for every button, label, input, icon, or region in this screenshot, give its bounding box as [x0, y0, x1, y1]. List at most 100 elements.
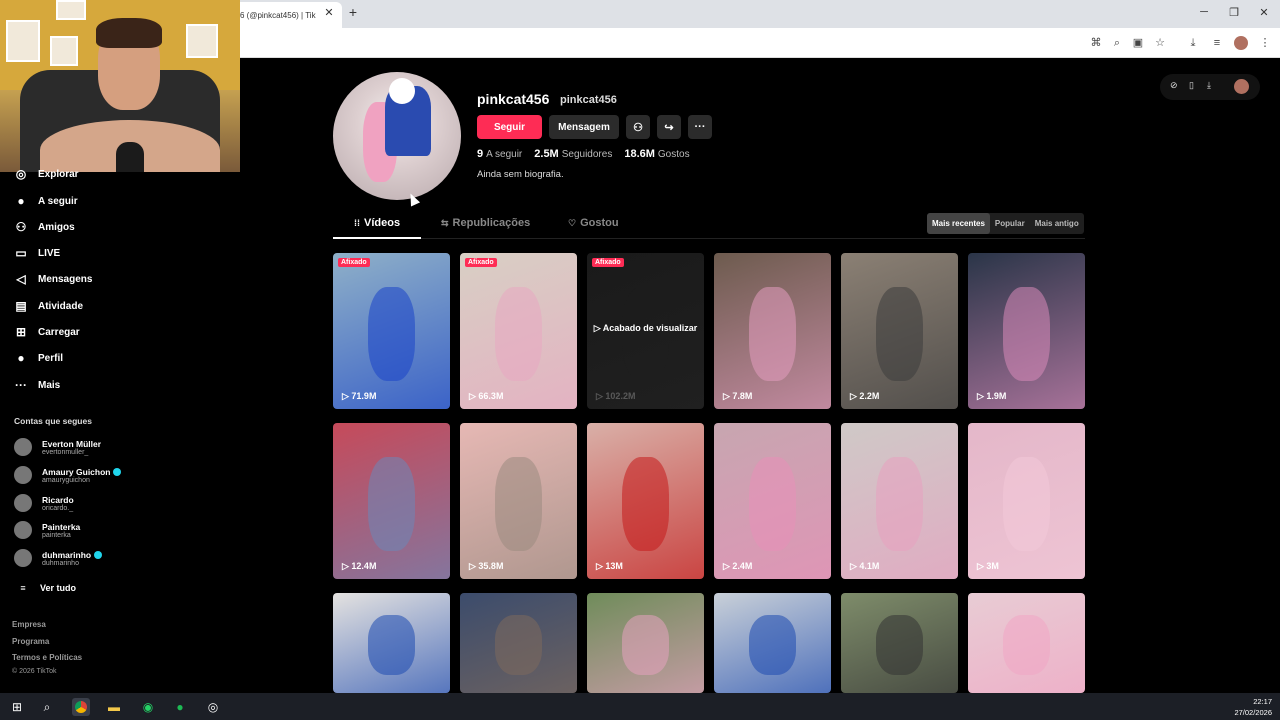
view-count: ▷ 4.1M — [850, 561, 880, 571]
clock-date: 27/02/2026 — [1234, 708, 1272, 717]
thumbnail-subject — [495, 615, 542, 675]
video-thumbnail[interactable] — [968, 593, 1085, 693]
sidebar-item-2[interactable]: ⚇ Amigos — [12, 216, 75, 238]
video-thumbnail[interactable]: ▷ 2.4M — [714, 423, 831, 579]
sort-oldest[interactable]: Mais antigo — [1030, 213, 1084, 234]
windows-start-icon[interactable]: ⊞ — [8, 698, 26, 716]
account-name-text: Amaury Guichon — [42, 466, 111, 477]
sidebar-item-3[interactable]: ▭ LIVE — [12, 242, 60, 264]
sidebar-item-1[interactable]: ● A seguir — [12, 190, 77, 212]
sidebar-item-0[interactable]: ◎ Explorar — [12, 163, 79, 185]
sidebar-item-7[interactable]: ● Perfil — [12, 347, 63, 369]
sidebar-item-5[interactable]: ▤ Atividade — [12, 295, 83, 317]
sidebar-item-4[interactable]: ◁ Mensagens — [12, 268, 92, 290]
video-thumbnail[interactable]: Afixado ▷ 66.3M — [460, 253, 577, 409]
download-icon[interactable]: ⤓ — [1186, 36, 1200, 50]
thumbnail-subject — [1003, 615, 1050, 675]
sort-popular[interactable]: Popular — [990, 213, 1030, 234]
video-thumbnail[interactable] — [333, 593, 450, 693]
video-thumbnail[interactable]: ▷ 13M — [587, 423, 704, 579]
likes-label: Gostos — [657, 149, 690, 160]
video-thumbnail[interactable] — [841, 593, 958, 693]
video-thumbnail[interactable]: ▷ 35.8M — [460, 423, 577, 579]
following-account[interactable]: Amaury Guichon amauryguichon — [14, 462, 122, 488]
new-tab-icon[interactable]: + — [346, 4, 360, 22]
restore-icon[interactable]: ❐ — [1225, 6, 1243, 19]
share-icon[interactable]: ↪ — [657, 115, 681, 139]
footer-link-empresa[interactable]: Empresa — [12, 620, 46, 629]
sidebar-item-label: Mais — [38, 379, 61, 391]
live-icon: ▭ — [15, 246, 27, 260]
media-icon[interactable]: ≡ — [1210, 36, 1224, 50]
tab-liked[interactable]: ♡ Gostou — [568, 217, 619, 229]
more-icon: ··· — [15, 378, 27, 392]
view-count: ▷ 66.3M — [469, 391, 504, 401]
sidebar-item-8[interactable]: ··· Mais — [12, 374, 60, 396]
download-app-icon[interactable]: ⤓ — [1207, 80, 1211, 91]
tab-videos[interactable]: ⁞⁞ Vídeos — [354, 217, 400, 229]
video-thumbnail[interactable]: ▷ 1.9M — [968, 253, 1085, 409]
following-stat[interactable]: 9A seguir — [477, 148, 522, 160]
following-account[interactable]: Everton Müller evertonmuller_ — [14, 434, 101, 460]
video-thumbnail[interactable]: ▷ 7.8M — [714, 253, 831, 409]
obs-icon[interactable]: ◎ — [204, 698, 222, 716]
account-name: Ricardo — [42, 495, 74, 505]
sort-recent[interactable]: Mais recentes — [927, 213, 990, 234]
whatsapp-icon[interactable]: ◉ — [139, 698, 157, 716]
account-username: amauryguichon — [42, 476, 90, 484]
more-options-icon[interactable]: ··· — [688, 115, 712, 139]
compass-icon[interactable]: ⊘ — [1170, 80, 1178, 91]
search-icon[interactable]: ⌕ — [38, 698, 56, 716]
minimize-icon[interactable]: ─ — [1195, 6, 1213, 18]
browser-menu-icon[interactable]: ⋮ — [1258, 36, 1272, 50]
following-account[interactable]: Ricardo oricardo._ — [14, 490, 74, 516]
video-thumbnail[interactable]: ▷ 12.4M — [333, 423, 450, 579]
footer-link-terms[interactable]: Termos e Políticas — [12, 653, 82, 662]
phone-icon[interactable]: ▯ — [1189, 80, 1194, 91]
zoom-icon[interactable]: ⌕ — [1110, 36, 1124, 50]
install-icon[interactable]: ▣ — [1131, 36, 1145, 50]
video-thumbnail[interactable] — [714, 593, 831, 693]
thumbnail-subject — [622, 615, 669, 675]
chrome-icon[interactable] — [72, 698, 90, 716]
close-tab-icon[interactable]: ✕ — [322, 6, 336, 20]
file-explorer-icon[interactable]: ▬ — [105, 698, 123, 716]
video-thumbnail[interactable]: ▷ 3M — [968, 423, 1085, 579]
followers-label: Seguidores — [561, 149, 613, 160]
see-all-link[interactable]: ≡ Ver tudo — [14, 577, 76, 599]
followers-stat[interactable]: 2.5M Seguidores — [534, 148, 612, 160]
browser-profile-avatar[interactable] — [1234, 36, 1248, 50]
close-window-icon[interactable]: ✕ — [1255, 6, 1273, 19]
video-thumbnail[interactable] — [460, 593, 577, 693]
compass-icon: ◎ — [15, 167, 27, 181]
spotify-icon[interactable]: ● — [171, 698, 189, 716]
profile-avatar[interactable] — [333, 72, 461, 200]
tab-reposts[interactable]: ⇆ Republicações — [441, 217, 530, 229]
tabs-divider — [333, 238, 1085, 239]
footer-link-programa[interactable]: Programa — [12, 637, 49, 646]
video-thumbnail[interactable]: Afixado ▷ 71.9M — [333, 253, 450, 409]
bookmark-star-icon[interactable]: ☆ — [1153, 36, 1167, 50]
avatar — [14, 438, 32, 456]
video-thumbnail[interactable] — [587, 593, 704, 693]
message-button[interactable]: Mensagem — [549, 115, 619, 139]
user-avatar[interactable] — [1234, 79, 1249, 94]
sidebar-item-label: Amigos — [38, 221, 75, 233]
add-friend-icon[interactable]: ⚇ — [626, 115, 650, 139]
following-account[interactable]: duhmarinho duhmarinho — [14, 545, 103, 571]
thumbnail-subject — [368, 457, 415, 551]
following-label: A seguir — [486, 149, 523, 160]
sidebar-item-6[interactable]: ⊞ Carregar — [12, 321, 80, 343]
follow-button[interactable]: Seguir — [477, 115, 542, 139]
profile-stats: 9A seguir 2.5M Seguidores 18.6M Gostos — [477, 148, 690, 160]
view-count-text: 71.9M — [351, 391, 377, 401]
view-count: ▷ 13M — [596, 561, 623, 571]
following-account[interactable]: Painterka painterka — [14, 517, 80, 543]
translate-icon[interactable]: ⌘ — [1089, 36, 1103, 50]
video-thumbnail[interactable]: ▷ 4.1M — [841, 423, 958, 579]
account-name-text: duhmarinho — [42, 549, 92, 560]
video-thumbnail[interactable]: ▷ 2.2M — [841, 253, 958, 409]
view-count-text: 2.2M — [859, 391, 880, 401]
thumbnail-subject — [1003, 287, 1050, 381]
video-thumbnail[interactable]: Afixado ▷ Acabado de visualizar ▷ 102.2M — [587, 253, 704, 409]
